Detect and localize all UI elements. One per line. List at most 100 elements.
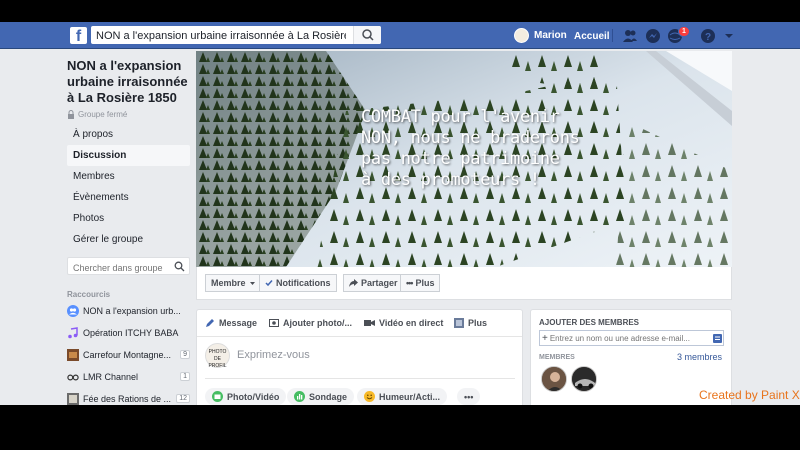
compose-input-placeholder[interactable]: Exprimez-vous <box>237 349 310 361</box>
more-dots-icon: ••• <box>406 278 414 288</box>
shortcut-label: LMR Channel <box>83 371 139 382</box>
nav-item-manage-group[interactable]: Gérer le groupe <box>67 229 190 250</box>
poll-label: Sondage <box>309 391 348 402</box>
facebook-logo-icon[interactable]: f <box>70 27 87 44</box>
add-member-input[interactable] <box>547 331 713 345</box>
tab-add-photo-label: Ajouter photo/... <box>283 318 352 328</box>
facebook-page: f Marion Accueil 1 ? NON a l'expansion u… <box>0 22 800 405</box>
shortcut-item[interactable]: NON a l'expansion urb... <box>67 300 190 321</box>
poll-icon <box>294 391 305 402</box>
help-icon[interactable]: ? <box>700 28 716 44</box>
group-privacy-label: Groupe fermé <box>78 110 128 119</box>
nav-item-events[interactable]: Évènements <box>67 187 190 208</box>
member-avatar[interactable] <box>541 366 567 392</box>
shortcut-label: Fée des Rations de ... <box>83 393 172 404</box>
nav-item-members[interactable]: Membres <box>67 166 190 187</box>
cover-caption-line: pas notre patrimoine <box>361 149 560 169</box>
address-book-icon[interactable] <box>712 333 722 343</box>
share-arrow-icon <box>349 279 358 287</box>
member-avatar[interactable] <box>571 366 597 392</box>
feeling-activity-label: Humeur/Acti... <box>379 391 441 402</box>
group-title[interactable]: NON a l'expansion urbaine irraisonnée à … <box>67 58 190 106</box>
divider <box>197 336 522 337</box>
members-count-link[interactable]: 3 membres <box>677 352 722 362</box>
user-name: Marion <box>534 30 567 41</box>
chevron-down-icon <box>249 281 255 285</box>
shortcut-count-badge: 1 <box>180 372 190 381</box>
messenger-icon[interactable] <box>645 28 661 44</box>
chevron-down-icon[interactable] <box>721 28 737 44</box>
glasses-icon <box>67 373 79 381</box>
photo-video-button[interactable]: Photo/Vidéo <box>205 388 287 405</box>
notifications-button[interactable]: Notifications <box>259 274 337 292</box>
search-button[interactable] <box>353 26 381 44</box>
photo-icon <box>269 319 279 327</box>
shortcut-count-badge: 9 <box>180 350 190 359</box>
cover-photo[interactable]: COMBAT pour l'avenir NON, nous ne brader… <box>196 51 732 267</box>
nav-item-discussion[interactable]: Discussion <box>67 145 190 166</box>
more-options-button[interactable]: ••• <box>457 388 481 405</box>
tab-more[interactable]: Plus <box>454 316 487 330</box>
friends-icon[interactable] <box>622 28 638 44</box>
more-dots-icon: ••• <box>464 391 474 402</box>
shortcut-item[interactable]: LMR Channel 1 <box>67 366 190 387</box>
grid-icon <box>454 318 464 328</box>
shortcut-item[interactable]: Fée des Rations de ... 12 <box>67 388 190 405</box>
photo-icon <box>212 391 223 402</box>
add-member-field[interactable]: + <box>539 330 724 346</box>
video-camera-icon <box>364 320 375 326</box>
group-icon <box>67 304 79 317</box>
poll-button[interactable]: Sondage <box>287 388 355 405</box>
pencil-icon <box>206 319 214 327</box>
member-button-label: Membre <box>211 278 246 288</box>
group-search-box[interactable] <box>67 257 190 276</box>
top-search-input[interactable] <box>91 27 346 45</box>
checkmark-icon <box>265 280 273 287</box>
tab-message[interactable]: Message <box>205 316 257 330</box>
members-subtitle: MEMBRES <box>539 354 575 361</box>
shortcut-label: Carrefour Montagne... <box>83 349 172 360</box>
plus-icon: + <box>542 332 548 344</box>
cover-caption-line: à des promoteurs ! <box>361 170 540 190</box>
share-button-label: Partager <box>361 278 398 288</box>
more-button-label: Plus <box>415 278 435 288</box>
nav-item-about[interactable]: À propos <box>67 124 190 145</box>
shortcuts-title: Raccourcis <box>67 290 111 299</box>
page-icon <box>67 392 79 405</box>
member-photo <box>572 367 596 391</box>
share-button[interactable]: Partager <box>343 274 404 292</box>
home-link[interactable]: Accueil <box>574 31 610 42</box>
lock-icon <box>68 110 74 119</box>
profile-photo-avatar[interactable]: PHOTO DE PROFIL <box>205 343 230 369</box>
shortcut-label: Opération ITCHY BABA <box>83 327 179 338</box>
user-avatar <box>514 28 529 43</box>
search-icon[interactable] <box>174 261 185 272</box>
music-icon <box>68 326 78 338</box>
shortcut-count-badge: 12 <box>176 394 190 403</box>
shortcut-item[interactable]: Opération ITCHY BABA <box>67 322 190 343</box>
tab-live-video-label: Vidéo en direct <box>379 318 444 328</box>
tab-live-video[interactable]: Vidéo en direct <box>364 316 443 330</box>
post-composer: Message Ajouter photo/... Vidéo en direc… <box>196 309 523 405</box>
tab-add-photo[interactable]: Ajouter photo/... <box>269 316 352 330</box>
watermark-text: Created by Paint X <box>699 388 800 402</box>
group-privacy: Groupe fermé <box>67 110 190 119</box>
profile-link[interactable]: Marion <box>514 27 567 44</box>
group-sidebar: NON a l'expansion urbaine irraisonnée à … <box>67 58 190 405</box>
tab-more-label: Plus <box>468 318 488 328</box>
group-action-bar: Membre Notifications Partager ••• Plus <box>196 267 732 300</box>
group-search-input[interactable] <box>68 260 168 276</box>
group-navigation: À propos Discussion Membres Évènements P… <box>67 124 190 250</box>
member-button[interactable]: Membre <box>205 274 262 292</box>
nav-item-photos[interactable]: Photos <box>67 208 190 229</box>
more-button[interactable]: ••• Plus <box>400 274 441 292</box>
tab-message-label: Message <box>219 318 258 328</box>
shortcut-item[interactable]: Carrefour Montagne... 9 <box>67 344 190 365</box>
search-icon <box>362 29 374 41</box>
smiley-icon <box>364 391 375 402</box>
nav-divider <box>612 29 613 42</box>
member-photo <box>542 367 566 391</box>
top-search-box[interactable] <box>91 26 381 45</box>
photo-video-label: Photo/Vidéo <box>227 391 280 402</box>
feeling-activity-button[interactable]: Humeur/Acti... <box>357 388 448 405</box>
